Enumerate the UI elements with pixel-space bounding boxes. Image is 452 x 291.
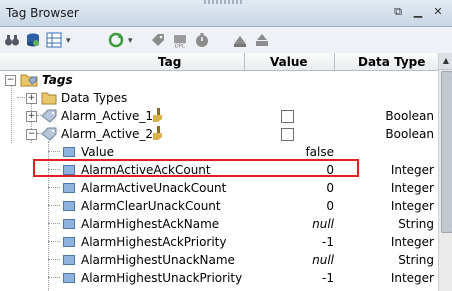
tag-browser-panel: Tag Browser ⧉ ▁ ✕ ▾ ▾ OPC Tag Value Data… — [0, 0, 452, 291]
tags-folder-icon — [20, 74, 38, 87]
tree-row-alarm-active-1[interactable]: + Alarm_Active_1 Boolean — [0, 107, 438, 125]
datatype-cell: String — [398, 253, 434, 267]
binoculars-icon[interactable] — [4, 32, 20, 48]
datatype-cell: Integer — [390, 235, 434, 249]
window-title: Tag Browser — [6, 6, 79, 20]
tree-label: Value — [81, 145, 114, 159]
tree-row-alarm-highest-unack-name[interactable]: AlarmHighestUnackName null String — [0, 251, 438, 269]
property-icon — [63, 147, 75, 157]
datatype-column-header[interactable]: Data Type — [358, 55, 425, 69]
tree-row-tags[interactable]: − Tags — [0, 71, 438, 89]
value-cell: null — [312, 253, 334, 267]
close-icon[interactable]: ✕ — [432, 6, 444, 18]
scroll-up-icon[interactable]: ▲ — [439, 53, 452, 70]
dropdown-arrow-icon[interactable]: ▾ — [66, 36, 71, 46]
expand-icon[interactable]: + — [26, 93, 37, 104]
property-icon — [63, 201, 75, 211]
value-cell: false — [305, 145, 334, 159]
property-icon — [63, 219, 75, 229]
tag-icon — [41, 127, 57, 141]
script-brush-icon — [153, 108, 162, 122]
title-bar: Tag Browser ⧉ ▁ ✕ — [0, 0, 452, 27]
tree-row-alarm-highest-ack-name[interactable]: AlarmHighestAckName null String — [0, 215, 438, 233]
drag-grip[interactable] — [204, 0, 244, 4]
tree-label: Data Types — [61, 91, 128, 105]
datatype-cell: Integer — [390, 181, 434, 195]
tree-row-alarm-active-2[interactable]: − Alarm_Active_2 Boolean — [0, 125, 438, 143]
column-divider[interactable] — [334, 53, 335, 70]
datatype-cell: String — [398, 217, 434, 231]
minimize-icon[interactable]: ▁ — [412, 6, 424, 18]
value-cell: -1 — [322, 271, 334, 285]
property-icon — [63, 255, 75, 265]
opc-icon[interactable]: OPC — [172, 32, 188, 48]
vertical-scrollbar[interactable]: ▲ — [438, 53, 452, 291]
tag-tree: − Tags + Data Types + Alarm_Active_1 Boo… — [0, 71, 438, 291]
datatype-cell: Integer — [390, 163, 434, 177]
datatype-cell: Boolean — [385, 109, 434, 123]
expand-icon[interactable]: + — [26, 111, 37, 122]
value-column-header[interactable]: Value — [270, 55, 308, 69]
timer-icon[interactable] — [194, 32, 210, 48]
datatype-cell: Boolean — [385, 127, 434, 141]
tree-label: AlarmClearUnackCount — [81, 199, 221, 213]
script-brush-icon — [153, 126, 162, 140]
value-checkbox[interactable] — [281, 110, 294, 123]
svg-text:OPC: OPC — [175, 44, 186, 49]
tree-label: Tags — [42, 73, 73, 87]
tree-label: Alarm_Active_1 — [61, 109, 154, 123]
value-checkbox[interactable] — [281, 128, 294, 141]
tree-row-alarm-active-unack-count[interactable]: AlarmActiveUnackCount 0 Integer — [0, 179, 438, 197]
datatype-cell: Integer — [390, 271, 434, 285]
tag-column-header[interactable]: Tag — [158, 55, 181, 69]
tree-label: AlarmHighestAckPriority — [81, 235, 227, 249]
scrollbar-thumb[interactable] — [441, 71, 452, 233]
folder-icon — [41, 92, 57, 105]
tree-row-value[interactable]: Value false — [0, 143, 438, 161]
datatype-cell: Integer — [390, 199, 434, 213]
refresh-dropdown-icon[interactable]: ▾ — [128, 36, 133, 46]
tree-label: AlarmActiveUnackCount — [81, 181, 227, 195]
value-cell: -1 — [322, 235, 334, 249]
tree-label: AlarmHighestAckName — [81, 217, 220, 231]
column-divider[interactable] — [244, 53, 245, 70]
new-tag-icon[interactable] — [150, 32, 166, 48]
tree-row-data-types[interactable]: + Data Types — [0, 89, 438, 107]
tree-row-alarm-highest-ack-priority[interactable]: AlarmHighestAckPriority -1 Integer — [0, 233, 438, 251]
value-cell: 0 — [326, 163, 334, 177]
property-icon — [63, 165, 75, 175]
value-cell: null — [312, 217, 334, 231]
tree-row-alarm-highest-unack-priority[interactable]: AlarmHighestUnackPriority -1 Integer — [0, 269, 438, 287]
float-window-icon[interactable]: ⧉ — [392, 6, 404, 18]
value-cell: 0 — [326, 181, 334, 195]
tree-label: AlarmHighestUnackPriority — [81, 271, 243, 285]
tree-label: AlarmActiveAckCount — [81, 163, 211, 177]
udt-icon[interactable] — [232, 32, 248, 48]
grid-view-icon[interactable] — [46, 32, 62, 48]
property-icon — [63, 237, 75, 247]
property-icon — [63, 183, 75, 193]
database-refresh-icon[interactable] — [25, 32, 41, 48]
refresh-icon[interactable] — [108, 32, 124, 48]
value-cell: 0 — [326, 199, 334, 213]
property-icon — [63, 273, 75, 283]
tree-row-alarm-active-ack-count[interactable]: AlarmActiveAckCount 0 Integer — [0, 161, 438, 179]
tree-label: AlarmHighestUnackName — [81, 253, 235, 267]
tag-icon — [41, 109, 57, 123]
tree-label: Alarm_Active_2 — [61, 127, 154, 141]
collapse-icon[interactable]: − — [5, 75, 16, 86]
toolbar: ▾ ▾ OPC — [0, 27, 452, 54]
tree-row-alarm-clear-unack-count[interactable]: AlarmClearUnackCount 0 Integer — [0, 197, 438, 215]
column-header: Tag Value Data Type — [0, 53, 438, 71]
collapse-icon[interactable]: − — [26, 129, 37, 140]
import-icon[interactable] — [254, 32, 270, 48]
